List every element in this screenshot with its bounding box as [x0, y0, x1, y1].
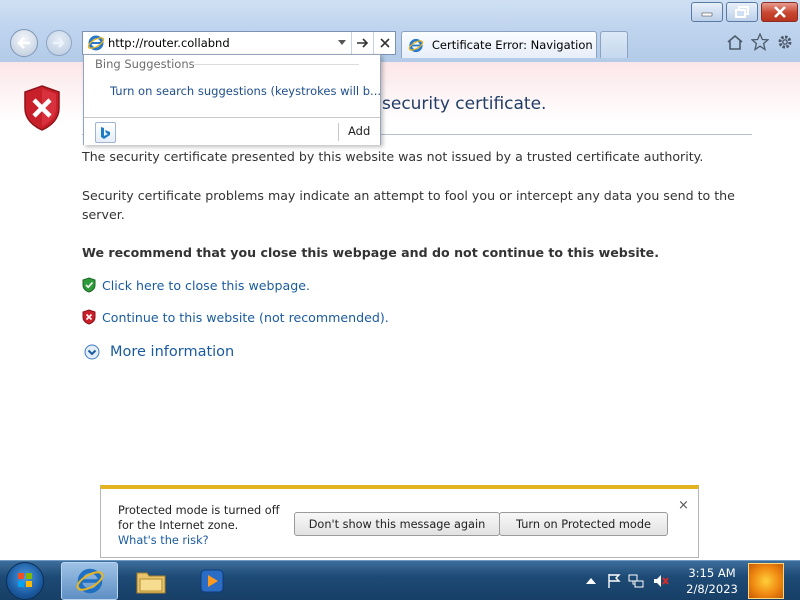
flag-icon — [608, 574, 621, 588]
turn-on-suggestions-item[interactable]: Turn on search suggestions (keystrokes w… — [110, 84, 381, 98]
ie-page-icon — [87, 35, 105, 51]
turn-on-protected-mode-button[interactable]: Turn on Protected mode — [499, 512, 668, 536]
new-tab-button[interactable] — [600, 31, 628, 58]
volume-muted-icon — [654, 575, 669, 587]
star-icon — [751, 33, 769, 51]
continue-row[interactable]: Continue to this website (not recommende… — [82, 309, 389, 325]
home-button[interactable] — [725, 32, 745, 52]
address-suggestions-dropdown: Bing Suggestions Turn on search suggesti… — [83, 54, 381, 145]
action-center-icon-button[interactable] — [606, 573, 622, 589]
restore-icon — [735, 6, 749, 18]
page-heading: security certificate. — [382, 94, 547, 114]
protected-mode-notification: Protected mode is turned off for the Int… — [100, 485, 699, 558]
taskbar-media-player[interactable] — [183, 562, 240, 600]
taskbar-internet-explorer[interactable] — [61, 562, 118, 600]
stop-button[interactable] — [373, 32, 395, 54]
internet-explorer-icon — [76, 568, 103, 594]
close-webpage-row[interactable]: Click here to close this webpage. — [82, 277, 310, 293]
chevron-up-icon — [586, 578, 596, 584]
suggestions-header: Bing Suggestions — [95, 57, 195, 71]
more-information-toggle[interactable]: More information — [84, 344, 234, 360]
folder-icon — [136, 572, 165, 594]
stop-icon — [379, 38, 390, 48]
tab-certificate-error[interactable]: Certificate Error: Navigation ... — [401, 31, 597, 58]
error-paragraph-2: Security certificate problems may indica… — [82, 188, 735, 222]
close-webpage-link[interactable]: Click here to close this webpage. — [102, 278, 310, 293]
taskbar: 3:15 AM 2/8/2023 — [0, 560, 800, 600]
clock-date: 2/8/2023 — [686, 582, 738, 596]
shield-error-icon — [24, 85, 60, 131]
system-clock[interactable]: 3:15 AM 2/8/2023 — [682, 565, 742, 597]
close-icon — [773, 6, 786, 18]
forward-arrow-icon — [53, 38, 65, 48]
address-dropdown-button[interactable] — [331, 32, 351, 54]
minimize-button[interactable] — [691, 2, 723, 22]
media-player-icon — [200, 569, 223, 593]
suggestions-footer: Add — [84, 117, 380, 145]
tab-label: Certificate Error: Navigation ... — [431, 38, 596, 52]
ie-tab-icon — [408, 38, 424, 52]
forward-button[interactable] — [46, 30, 72, 56]
continue-to-website-link[interactable]: Continue to this website (not recommende… — [102, 310, 389, 325]
bing-icon — [101, 126, 110, 139]
tools-button[interactable] — [775, 32, 795, 52]
start-button[interactable] — [6, 562, 44, 600]
maximize-button[interactable] — [726, 2, 758, 22]
go-button[interactable] — [351, 32, 373, 54]
back-button[interactable] — [10, 29, 38, 57]
address-bar[interactable] — [82, 31, 396, 55]
whats-the-risk-link[interactable]: What's the risk? — [118, 534, 209, 547]
suggestions-header-divider — [194, 64, 359, 65]
network-icon-button[interactable] — [628, 573, 644, 589]
user-flower-thumbnail[interactable] — [748, 563, 784, 599]
network-icon — [628, 574, 644, 588]
green-shield-icon — [82, 277, 96, 293]
bing-provider-button[interactable] — [95, 122, 116, 143]
gear-icon — [778, 35, 792, 49]
error-paragraph-1: The security certificate presented by th… — [82, 149, 704, 164]
recommendation-text: We recommend that you close this webpage… — [82, 245, 659, 260]
chevron-down-icon — [337, 40, 346, 45]
more-information-link[interactable]: More information — [110, 344, 234, 360]
browser-frame: Certificate Error: Navigation ... — [0, 0, 800, 62]
back-arrow-icon — [17, 37, 30, 49]
favorites-button[interactable] — [750, 32, 770, 52]
taskbar-windows-explorer[interactable] — [122, 562, 179, 600]
close-window-button[interactable] — [761, 2, 798, 22]
show-hidden-icons-button[interactable] — [583, 573, 599, 589]
notification-close-button[interactable]: × — [678, 498, 689, 513]
address-input[interactable] — [108, 33, 331, 53]
notification-message: Protected mode is turned off for the Int… — [118, 504, 280, 532]
expand-chevron-icon — [84, 344, 100, 360]
clock-time: 3:15 AM — [688, 566, 736, 580]
red-shield-icon — [82, 309, 96, 325]
dont-show-again-button[interactable]: Don't show this message again — [294, 512, 500, 536]
volume-icon-button[interactable] — [653, 573, 669, 589]
windows-logo-icon — [18, 573, 32, 587]
minimize-icon — [701, 12, 713, 17]
go-arrow-icon — [356, 38, 368, 48]
home-icon — [727, 34, 743, 50]
footer-divider — [338, 123, 339, 141]
add-provider-button[interactable]: Add — [348, 124, 370, 138]
